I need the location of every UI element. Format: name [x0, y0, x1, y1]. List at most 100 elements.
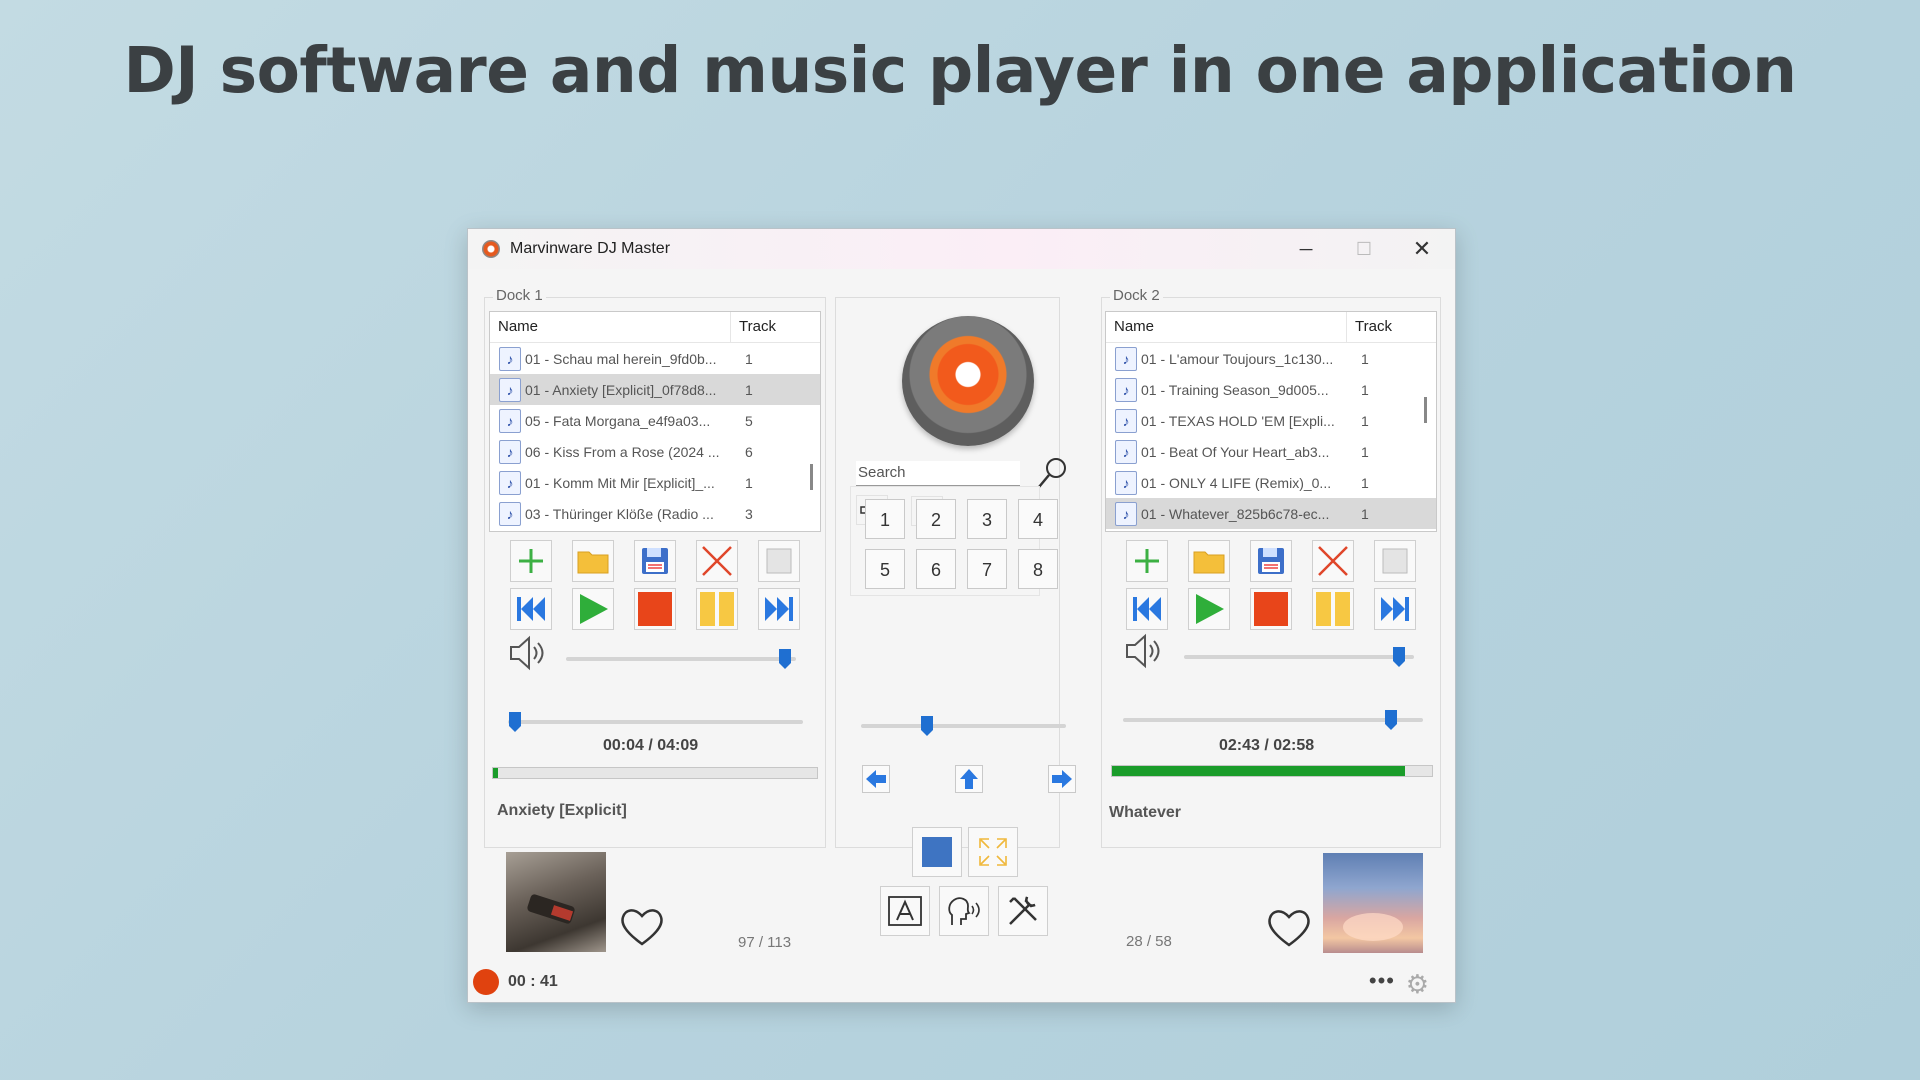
crossfader[interactable] [861, 724, 1066, 728]
maximize-button[interactable]: ☐ [1335, 229, 1393, 269]
mixer-panel: Search 1234 5678 [835, 297, 1076, 848]
delete-track-button[interactable] [1312, 540, 1354, 582]
send-left-button[interactable] [862, 765, 890, 793]
stop-button[interactable] [1250, 588, 1292, 630]
add-track-button[interactable] [1126, 540, 1168, 582]
play-button[interactable] [572, 588, 614, 630]
playlist-row[interactable]: ♪ 01 - TEXAS HOLD 'EM [Expli... 1 [1106, 405, 1436, 436]
pause-icon [1316, 592, 1350, 626]
clear-playlist-button[interactable] [758, 540, 800, 582]
dock-1-seek-slider[interactable] [508, 720, 803, 724]
voice-button[interactable] [939, 886, 989, 936]
dock-2-seek-slider[interactable] [1123, 718, 1423, 722]
playlist-header: Name Track [1106, 312, 1436, 343]
playlist-row[interactable]: ♪ 01 - Beat Of Your Heart_ab3... 1 [1106, 436, 1436, 467]
playlist-row[interactable]: ♪ 01 - L'amour Toujours_1c130... 1 [1106, 343, 1436, 374]
arrow-left-icon [866, 770, 886, 788]
play-button[interactable] [1188, 588, 1230, 630]
delete-track-button[interactable] [696, 540, 738, 582]
open-folder-button[interactable] [572, 540, 614, 582]
tools-button[interactable] [998, 886, 1048, 936]
track-number: 1 [1361, 505, 1369, 522]
track-number: 5 [745, 412, 753, 429]
more-options-button[interactable]: ••• [1369, 968, 1395, 994]
track-number: 1 [1361, 350, 1369, 367]
playlist-scrollbar[interactable] [1424, 397, 1427, 423]
minimize-button[interactable]: ─ [1277, 229, 1335, 269]
dock-2-label: Dock 2 [1110, 287, 1163, 304]
pause-button[interactable] [696, 588, 738, 630]
app-window: Marvinware DJ Master ─ ☐ ✕ Dock 1 Name T… [467, 228, 1456, 1003]
column-track[interactable]: Track [731, 312, 776, 342]
playlist-header: Name Track [490, 312, 820, 343]
playlist-row[interactable]: ♪ 06 - Kiss From a Rose (2024 ... 6 [490, 436, 820, 467]
record-time: 00 : 41 [508, 973, 558, 990]
music-note-icon: ♪ [499, 377, 521, 402]
gear-icon[interactable]: ⚙ [1406, 969, 1429, 1000]
dock-1-playlist[interactable]: Name Track ♪ 01 - Schau mal herein_9fd0b.… [489, 311, 821, 532]
dock-1-favorite-button[interactable] [619, 906, 665, 953]
dock-2-favorite-button[interactable] [1266, 907, 1312, 954]
dock-2-volume-slider[interactable] [1184, 655, 1414, 659]
track-name: 01 - Whatever_825b6c78-ec... [1141, 505, 1330, 522]
column-name[interactable]: Name [1106, 312, 1347, 342]
music-note-icon: ♪ [1115, 501, 1137, 526]
next-button[interactable] [758, 588, 800, 630]
dock-2-song-title: Whatever [1109, 804, 1182, 821]
next-button[interactable] [1374, 588, 1416, 630]
column-name[interactable]: Name [490, 312, 731, 342]
clear-playlist-button[interactable] [1374, 540, 1416, 582]
dock-2-playlist[interactable]: Name Track ♪ 01 - L'amour Toujours_1c130.… [1105, 311, 1437, 532]
volume-icon[interactable] [508, 635, 550, 679]
close-button[interactable]: ✕ [1393, 229, 1451, 269]
playlist-row[interactable]: ♪ 01 - Anxiety [Explicit]_0f78d8... 1 [490, 374, 820, 405]
music-note-icon: ♪ [499, 346, 521, 371]
hotcue-button[interactable]: 5 [865, 549, 905, 589]
previous-button[interactable] [510, 588, 552, 630]
music-note-icon: ♪ [1115, 377, 1137, 402]
pause-button[interactable] [1312, 588, 1354, 630]
stop-button[interactable] [634, 588, 676, 630]
hotcue-button[interactable]: 2 [916, 499, 956, 539]
playlist-scrollbar[interactable] [810, 464, 813, 490]
playlist-row[interactable]: ♪ 01 - ONLY 4 LIFE (Remix)_0... 1 [1106, 467, 1436, 498]
hotcue-button[interactable]: 6 [916, 549, 956, 589]
crossfader-thumb[interactable] [921, 716, 933, 736]
playlist-row[interactable]: ♪ 05 - Fata Morgana_e4f9a03... 5 [490, 405, 820, 436]
track-number: 1 [1361, 443, 1369, 460]
playlist-row[interactable]: ♪ 01 - Training Season_9d005... 1 [1106, 374, 1436, 405]
search-button[interactable] [1036, 456, 1070, 495]
save-playlist-button[interactable] [634, 540, 676, 582]
playlist-row[interactable]: ♪ 01 - Schau mal herein_9fd0b... 1 [490, 343, 820, 374]
hotcue-button[interactable]: 4 [1018, 499, 1058, 539]
playlist-row[interactable]: ♪ 01 - Whatever_825b6c78-ec... 1 [1106, 498, 1436, 529]
playlist-row[interactable]: ♪ 03 - Thüringer Klöße (Radio ... 3 [490, 498, 820, 529]
floppy-icon [642, 548, 668, 574]
play-icon [1196, 594, 1224, 624]
hotcue-button[interactable]: 3 [967, 499, 1007, 539]
add-track-button[interactable] [510, 540, 552, 582]
hotcue-button[interactable]: 1 [865, 499, 905, 539]
text-overlay-button[interactable] [880, 886, 930, 936]
x-icon [702, 546, 732, 576]
column-track[interactable]: Track [1347, 312, 1392, 342]
previous-button[interactable] [1126, 588, 1168, 630]
record-button[interactable] [473, 969, 499, 995]
send-up-button[interactable] [955, 765, 983, 793]
open-folder-button[interactable] [1188, 540, 1230, 582]
search-input[interactable]: Search [856, 461, 1020, 486]
hotcue-button[interactable]: 8 [1018, 549, 1058, 589]
track-name: 01 - Komm Mit Mir [Explicit]_... [525, 474, 715, 491]
playlist-row[interactable]: ♪ 01 - Komm Mit Mir [Explicit]_... 1 [490, 467, 820, 498]
plus-icon [519, 549, 543, 573]
dock-1-volume-slider[interactable] [566, 657, 796, 661]
dock-2-progress-bar [1111, 765, 1433, 777]
save-playlist-button[interactable] [1250, 540, 1292, 582]
volume-icon[interactable] [1124, 633, 1166, 677]
fullscreen-button[interactable] [968, 827, 1018, 877]
hotcue-button[interactable]: 7 [967, 549, 1007, 589]
send-right-button[interactable] [1048, 765, 1076, 793]
stop-all-button[interactable] [912, 827, 962, 877]
title-bar[interactable]: Marvinware DJ Master ─ ☐ ✕ [468, 229, 1455, 269]
skip-back-icon [1133, 597, 1161, 621]
